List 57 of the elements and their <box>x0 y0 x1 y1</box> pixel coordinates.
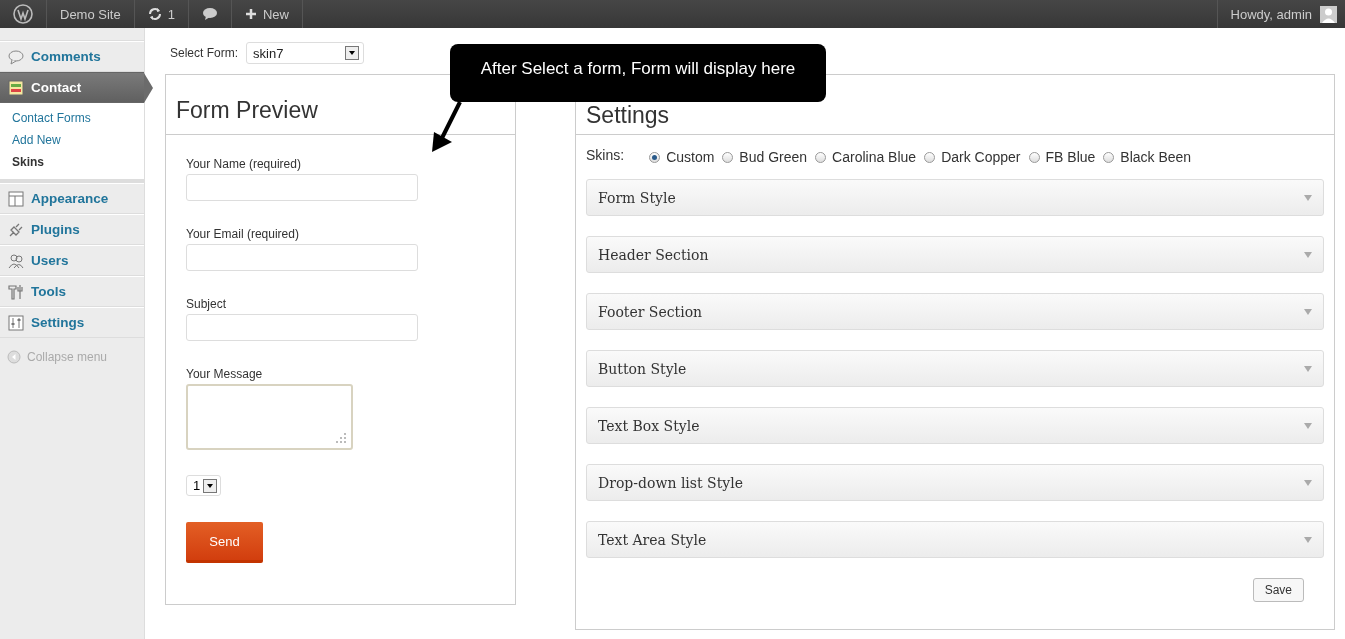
resize-grip-icon <box>336 433 346 443</box>
caret-icon <box>1304 308 1312 315</box>
skin-radio[interactable]: Black Been <box>1103 149 1192 165</box>
accordion-header[interactable]: Button Style <box>586 350 1324 387</box>
tools-icon <box>8 283 24 300</box>
account-link[interactable]: Howdy, admin <box>1216 0 1345 28</box>
number-select[interactable]: 1 <box>186 475 222 496</box>
caret-icon <box>1304 365 1312 372</box>
accordion-header[interactable]: Text Area Style <box>586 521 1324 558</box>
layout-icon <box>8 190 24 207</box>
skin-radio[interactable]: Dark Copper <box>924 149 1021 165</box>
skin-radio[interactable]: Bud Green <box>722 149 808 165</box>
speech-bubble-icon <box>8 48 24 65</box>
caret-icon <box>1304 194 1312 201</box>
field-label: Your Name (required) <box>186 157 302 171</box>
speech-bubble-icon <box>201 7 218 21</box>
skin-radio[interactable]: FB Blue <box>1028 149 1096 165</box>
accordion-header[interactable]: Form Style <box>586 179 1324 216</box>
accordion-header[interactable]: Drop-down list Style <box>586 464 1324 501</box>
menu-item[interactable]: Users <box>0 245 144 276</box>
submenu-item[interactable]: Add New <box>0 129 144 151</box>
message-field[interactable] <box>186 384 353 450</box>
menu-item[interactable]: Settings <box>0 307 144 338</box>
users-icon <box>8 252 24 269</box>
refresh-icon <box>147 7 162 21</box>
send-button[interactable]: Send <box>186 522 263 563</box>
form-icon <box>8 79 24 96</box>
field-label: Subject <box>186 297 228 311</box>
skin-radio[interactable]: Custom <box>649 149 715 165</box>
sliders-icon <box>8 314 24 331</box>
submenu-item[interactable]: Contact Forms <box>0 107 144 129</box>
select-form-label: Select Form: <box>170 46 238 60</box>
callout-tooltip: After Select a form, Form will display here <box>450 44 826 102</box>
input-field[interactable] <box>186 244 418 271</box>
input-field[interactable] <box>186 314 418 341</box>
skins-label: Skins: <box>586 147 625 163</box>
menu-item[interactable]: Appearance <box>0 183 144 214</box>
submenu-item[interactable]: Skins <box>0 151 144 173</box>
new-link[interactable]: New <box>231 0 303 28</box>
caret-icon <box>1304 536 1312 543</box>
field-label: Your Message <box>186 367 264 381</box>
menu-item[interactable]: Plugins <box>0 214 144 245</box>
input-field[interactable] <box>186 174 418 201</box>
form-select[interactable]: skin7 <box>246 42 364 64</box>
plug-icon <box>8 221 24 238</box>
accordion-header[interactable]: Footer Section <box>586 293 1324 330</box>
save-button[interactable]: Save <box>1252 578 1304 602</box>
caret-icon <box>1304 251 1312 258</box>
field-label: Your Email (required) <box>186 227 300 241</box>
caret-icon <box>1304 479 1312 486</box>
avatar-icon <box>1320 5 1337 23</box>
accordion-header[interactable]: Header Section <box>586 236 1324 273</box>
skin-radio[interactable]: Carolina Blue <box>815 149 917 165</box>
accordion-header[interactable]: Text Box Style <box>586 407 1324 444</box>
caret-icon <box>1304 422 1312 429</box>
menu-item[interactable]: Tools <box>0 276 144 307</box>
plus-icon <box>244 8 257 20</box>
